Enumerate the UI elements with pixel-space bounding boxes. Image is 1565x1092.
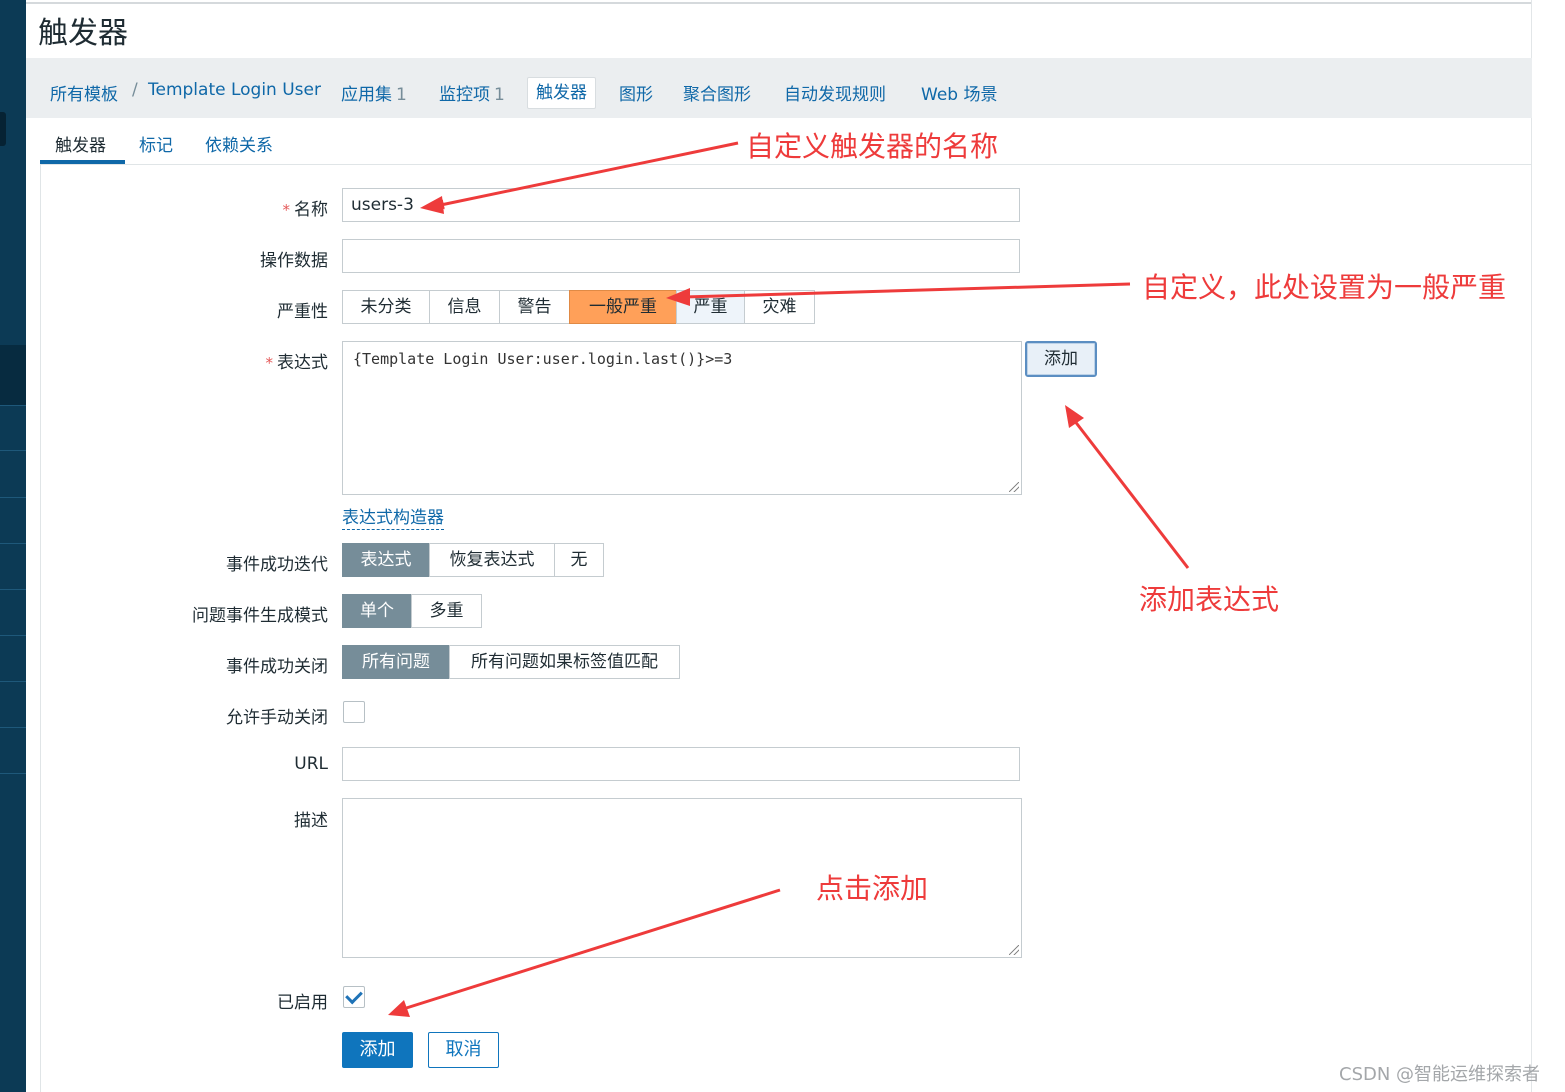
- sidebar-active-section: [0, 345, 26, 405]
- tab-dependencies[interactable]: 依赖关系: [205, 131, 273, 156]
- tab-tags[interactable]: 标记: [139, 131, 173, 156]
- manual-close-label: 允许手动关闭: [226, 708, 328, 728]
- name-label: * 名称: [283, 195, 329, 220]
- cancel-button[interactable]: 取消: [428, 1032, 499, 1068]
- ok-event-none[interactable]: 无: [554, 543, 604, 577]
- severity-label: 严重性: [277, 302, 328, 322]
- sidebar-divider: [0, 727, 26, 728]
- left-sidebar: [0, 0, 26, 1092]
- ok-event-label: 事件成功迭代: [226, 555, 328, 575]
- url-label: URL: [294, 754, 328, 774]
- nav-web-scenarios[interactable]: Web 场景: [921, 80, 997, 105]
- opdata-label: 操作数据: [260, 251, 328, 271]
- watermark: CSDN @智能运维探索者: [1339, 1064, 1541, 1085]
- expression-label: * 表达式: [266, 348, 329, 373]
- severity-warning[interactable]: 警告: [499, 290, 570, 324]
- severity-not-classified[interactable]: 未分类: [342, 290, 430, 324]
- page-title: 触发器: [38, 16, 128, 51]
- manual-close-checkbox[interactable]: [343, 701, 365, 723]
- problem-mode-label: 问题事件生成模式: [192, 606, 328, 626]
- expression-text: {Template Login User:user.login.last()}>…: [353, 350, 733, 368]
- name-input[interactable]: users-3: [342, 188, 1020, 222]
- nav-graphs[interactable]: 图形: [619, 80, 653, 105]
- annotation-severity: 自定义，此处设置为一般严重: [1142, 271, 1507, 304]
- enabled-label: 已启用: [277, 993, 328, 1013]
- problem-mode-multiple[interactable]: 多重: [411, 594, 482, 628]
- active-tab-indicator: [40, 160, 125, 164]
- nav-screens[interactable]: 聚合图形: [683, 80, 751, 105]
- nav-applications-label: 应用集: [341, 85, 392, 105]
- breadcrumb-template[interactable]: Template Login User: [148, 80, 321, 100]
- required-marker: *: [265, 354, 274, 372]
- sidebar-divider: [0, 543, 26, 544]
- breadcrumb-separator: /: [132, 80, 138, 100]
- resize-handle-icon[interactable]: [1009, 945, 1019, 955]
- add-expression-button[interactable]: 添加: [1025, 341, 1097, 377]
- resize-handle-icon[interactable]: [1009, 482, 1019, 492]
- description-label: 描述: [294, 811, 328, 831]
- annotation-click-add: 点击添加: [816, 872, 929, 905]
- arrow-head-add-expression: [1065, 405, 1084, 428]
- expression-builder-link[interactable]: 表达式构造器: [342, 503, 444, 530]
- nav-applications[interactable]: 应用集 1: [341, 80, 407, 105]
- submit-add-button[interactable]: 添加: [342, 1032, 413, 1068]
- nav-triggers-active[interactable]: 触发器: [527, 77, 596, 109]
- tab-trigger[interactable]: 触发器: [55, 131, 106, 156]
- annotation-name: 自定义触发器的名称: [746, 130, 999, 163]
- severity-high[interactable]: 严重: [676, 290, 745, 324]
- ok-close-label: 事件成功关闭: [226, 657, 328, 677]
- sidebar-divider: [0, 635, 26, 636]
- severity-information[interactable]: 信息: [429, 290, 500, 324]
- sidebar-divider: [0, 589, 26, 590]
- ok-close-selector: 所有问题 所有问题如果标签值匹配: [342, 645, 680, 679]
- top-divider: [26, 2, 1532, 4]
- nav-items-count: 1: [494, 85, 505, 105]
- problem-mode-single-selected[interactable]: 单个: [342, 594, 412, 628]
- sidebar-divider: [0, 497, 26, 498]
- problem-mode-selector: 单个 多重: [342, 594, 482, 628]
- arrow-head-submit: [388, 1000, 410, 1017]
- ok-event-selector: 表达式 恢复表达式 无: [342, 543, 604, 577]
- sidebar-divider: [0, 681, 26, 682]
- breadcrumb-all-templates[interactable]: 所有模板: [50, 80, 118, 105]
- ok-close-all-problems-selected[interactable]: 所有问题: [342, 645, 450, 679]
- severity-average-selected[interactable]: 一般严重: [569, 290, 677, 324]
- checkmark-icon: [345, 986, 363, 1005]
- nav-applications-count: 1: [396, 85, 407, 105]
- sidebar-divider: [0, 405, 26, 406]
- name-label-text: 名称: [294, 200, 328, 220]
- severity-disaster[interactable]: 灾难: [744, 290, 815, 324]
- annotation-add-expression: 添加表达式: [1139, 583, 1280, 616]
- nav-items-label: 监控项: [439, 85, 490, 105]
- url-input[interactable]: [342, 747, 1020, 781]
- nav-items[interactable]: 监控项 1: [439, 80, 505, 105]
- sidebar-divider: [0, 773, 26, 774]
- sidebar-divider: [0, 450, 26, 451]
- enabled-checkbox[interactable]: [343, 986, 365, 1008]
- severity-selector: 未分类 信息 警告 一般严重 严重 灾难: [342, 290, 815, 324]
- ok-event-recovery-expression[interactable]: 恢复表达式: [429, 543, 555, 577]
- expression-textarea[interactable]: {Template Login User:user.login.last()}>…: [342, 341, 1022, 495]
- template-navbar: 所有模板 / Template Login User 应用集 1 监控项 1 触发器…: [26, 58, 1532, 118]
- expression-label-text: 表达式: [277, 353, 328, 373]
- content-left-border: [40, 164, 41, 1092]
- nav-discovery-rules[interactable]: 自动发现规则: [784, 80, 886, 105]
- opdata-input[interactable]: [342, 239, 1020, 273]
- required-marker: *: [282, 201, 291, 219]
- arrow-to-add-expression: [1072, 419, 1190, 569]
- ok-close-tag-match[interactable]: 所有问题如果标签值匹配: [449, 645, 680, 679]
- ok-event-expression-selected[interactable]: 表达式: [342, 543, 430, 577]
- sidebar-collapse-handle[interactable]: [0, 112, 6, 146]
